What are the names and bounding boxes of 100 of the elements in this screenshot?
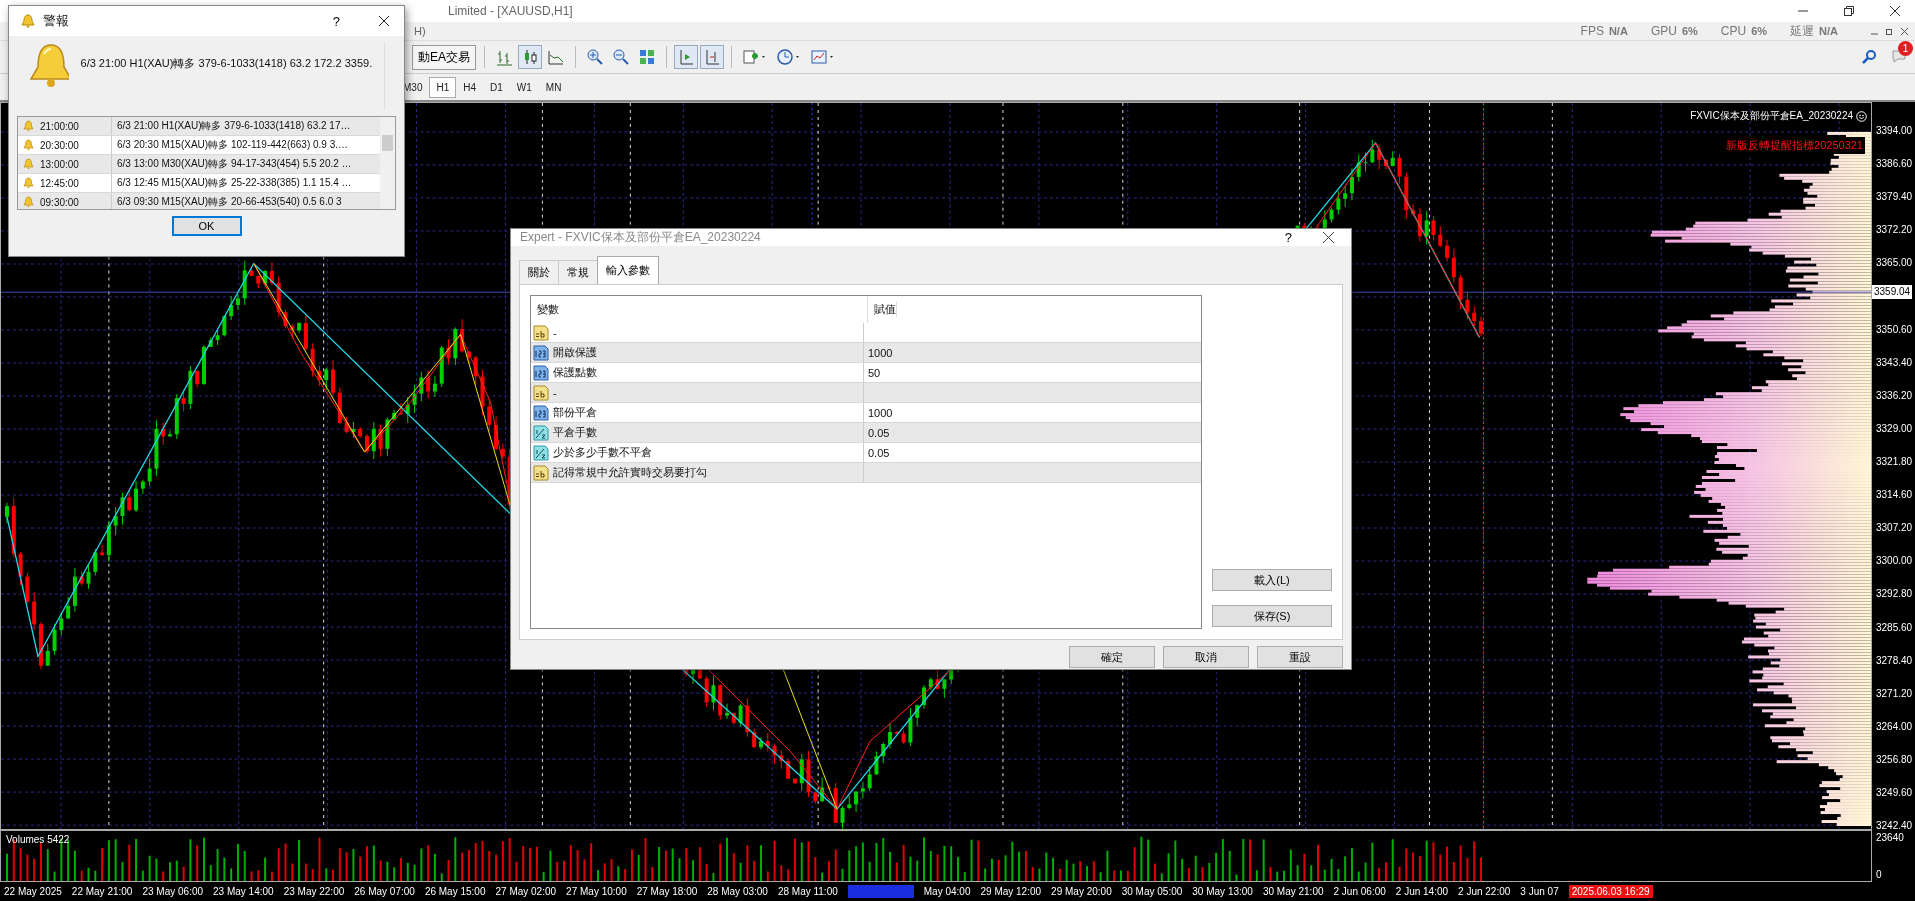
help-button[interactable]: ?: [332, 13, 340, 29]
alert-text: 6/3 20:30 M15(XAU)轉多 102-119-442(663) 0.9 3.…: [116, 138, 349, 152]
auto-scroll-icon[interactable]: [675, 46, 697, 68]
parameter-name: 平倉手數: [553, 425, 597, 440]
bell-icon: [23, 158, 34, 170]
time-label: 28 May 03:00: [707, 886, 768, 897]
dialog-button[interactable]: 取消: [1163, 646, 1249, 668]
parameter-value[interactable]: 50: [868, 366, 881, 379]
alert-time-text: 20:30:00: [40, 139, 79, 151]
price-tick-label: 3307.20: [1876, 522, 1913, 535]
integer-type-icon: [533, 404, 549, 421]
integer-type-icon: [533, 364, 549, 381]
parameter-value[interactable]: 0.05: [868, 446, 890, 459]
algo-trading-button[interactable]: 動EA交易: [412, 44, 476, 70]
dialog-tab[interactable]: 輸入參數: [597, 256, 659, 284]
price-tick-label: 3336.20: [1876, 389, 1913, 402]
parameter-value[interactable]: 1000: [868, 406, 893, 419]
restore-icon[interactable]: [1885, 26, 1894, 36]
signal-label: 新版反轉提醒指標20250321: [1724, 137, 1865, 154]
time-label: 29 May 12:00: [980, 886, 1042, 897]
close-icon[interactable]: [1889, 5, 1901, 17]
parameter-name: 保護點數: [553, 365, 597, 380]
decimal-type-icon: [533, 444, 549, 461]
close-icon[interactable]: [378, 15, 390, 27]
time-label: 26 May 15:00: [424, 886, 486, 897]
timeframe-tab[interactable]: H4: [456, 76, 484, 98]
parameter-name: 少於多少手數不平倉: [553, 445, 652, 460]
time-label: May 04:00: [923, 886, 971, 897]
parameter-name: 開啟保護: [553, 345, 597, 360]
price-tick-label: 3365.00: [1876, 257, 1913, 270]
status-label: CPU: [1720, 24, 1747, 38]
time-label: 27 May 10:00: [566, 886, 627, 897]
timeframe-tab[interactable]: H1: [429, 76, 457, 98]
scrollbar[interactable]: [380, 117, 395, 209]
price-tick-label: 3271.20: [1876, 687, 1913, 700]
text-type-icon: [533, 464, 549, 481]
help-button[interactable]: ?: [1284, 230, 1292, 245]
price-tick-label: 3386.60: [1876, 158, 1913, 171]
alert-text: 6/3 12:45 M15(XAU)轉多 25-22-338(385) 1.1 15.4 …: [116, 176, 352, 190]
time-label: 26 May 07:00: [354, 886, 415, 897]
price-tick-label: 3379.40: [1876, 191, 1913, 204]
column-header[interactable]: 賦值: [868, 302, 897, 317]
alert-text: 6/3 09:30 M15(XAU)轉多 20-66-453(540) 0.5 6.0 3: [116, 195, 342, 209]
decimal-type-icon: [533, 424, 549, 441]
status-value: N/A: [1819, 25, 1838, 37]
time-marker: 2025.06.03 16:29: [1568, 885, 1653, 898]
alert-time-text: 09:30:00: [40, 196, 79, 208]
chart-shift-icon[interactable]: [701, 46, 723, 68]
price-tick-label: 3242.40: [1876, 820, 1913, 833]
parameter-value[interactable]: 1000: [868, 346, 893, 359]
timeframe-tab[interactable]: D1: [483, 76, 510, 98]
parameter-name: 部份平倉: [553, 405, 597, 420]
dialog-button[interactable]: 保存(S): [1212, 605, 1332, 627]
status-value: 6%: [1681, 25, 1698, 37]
dialog-button[interactable]: 載入(L): [1212, 569, 1332, 591]
column-header[interactable]: 變數: [531, 296, 868, 323]
search-icon[interactable]: [1861, 49, 1877, 65]
status-value: N/A: [1608, 25, 1628, 37]
alert-text: 6/3 21:00 H1(XAU)轉多 379-6-1033(1418) 63.2 17…: [116, 119, 351, 133]
parameter-name: -: [553, 326, 557, 339]
time-label: 30 May 13:00: [1192, 886, 1253, 897]
volume-tick-label: 0: [1876, 869, 1883, 880]
time-label: 22 May 21:00: [71, 886, 133, 897]
close-icon[interactable]: [1900, 26, 1909, 36]
close-icon[interactable]: [1322, 231, 1335, 244]
time-label: 22 May 2025: [4, 886, 62, 897]
price-tick-label: 3329.00: [1876, 422, 1913, 435]
alert-text: 6/3 13:00 M30(XAU)轉多 94-17-343(454) 5.5 20.2 …: [116, 157, 352, 171]
bell-icon: [21, 14, 35, 28]
dialog-title: Expert - FXVIC保本及部份平倉EA_20230224: [520, 229, 761, 246]
status-label: GPU: [1650, 24, 1677, 38]
restore-icon[interactable]: [1843, 5, 1855, 17]
time-label: 3 Jun 07: [1520, 886, 1559, 897]
price-tick-label: 3314.60: [1876, 489, 1913, 502]
volume-tick-label: 23640: [1876, 832, 1905, 843]
alert-time-text: 12:45:00: [40, 177, 79, 189]
bell-icon: [23, 139, 34, 151]
text-type-icon: [533, 384, 549, 401]
candlestick-icon[interactable]: [519, 46, 541, 68]
alert-message: 6/3 21:00 H1(XAU)轉多 379-6-1033(1418) 63.2 172.2 3359.: [80, 56, 373, 71]
menu-item[interactable]: H): [414, 25, 426, 37]
indicator-label: FXVIC保本及部份平倉EA_20230224: [1690, 109, 1853, 123]
timeframe-tab[interactable]: MN: [538, 76, 569, 98]
time-label: 30 May 05:00: [1121, 886, 1183, 897]
timeframe-tab[interactable]: W1: [509, 76, 539, 98]
parameter-value[interactable]: 0.05: [868, 426, 890, 439]
status-value: 6%: [1751, 25, 1768, 37]
notification-badge: 1: [1898, 40, 1913, 56]
dialog-button[interactable]: 確定: [1069, 646, 1155, 668]
ok-button[interactable]: OK: [171, 216, 242, 236]
time-label: 27 May 18:00: [636, 886, 698, 897]
dialog-tab[interactable]: 關於: [519, 260, 559, 284]
volume-label: Volumes 5422: [6, 834, 70, 845]
current-price-label: 3359.04: [1872, 284, 1913, 299]
dialog-button[interactable]: 重設: [1257, 646, 1343, 668]
price-tick-label: 3372.20: [1876, 224, 1913, 237]
price-tick-label: 3394.00: [1876, 125, 1913, 137]
price-tick-label: 3350.60: [1876, 323, 1913, 336]
price-tick-label: 3278.40: [1876, 654, 1913, 667]
window-title: Limited - [XAUUSD,H1]: [448, 4, 573, 18]
